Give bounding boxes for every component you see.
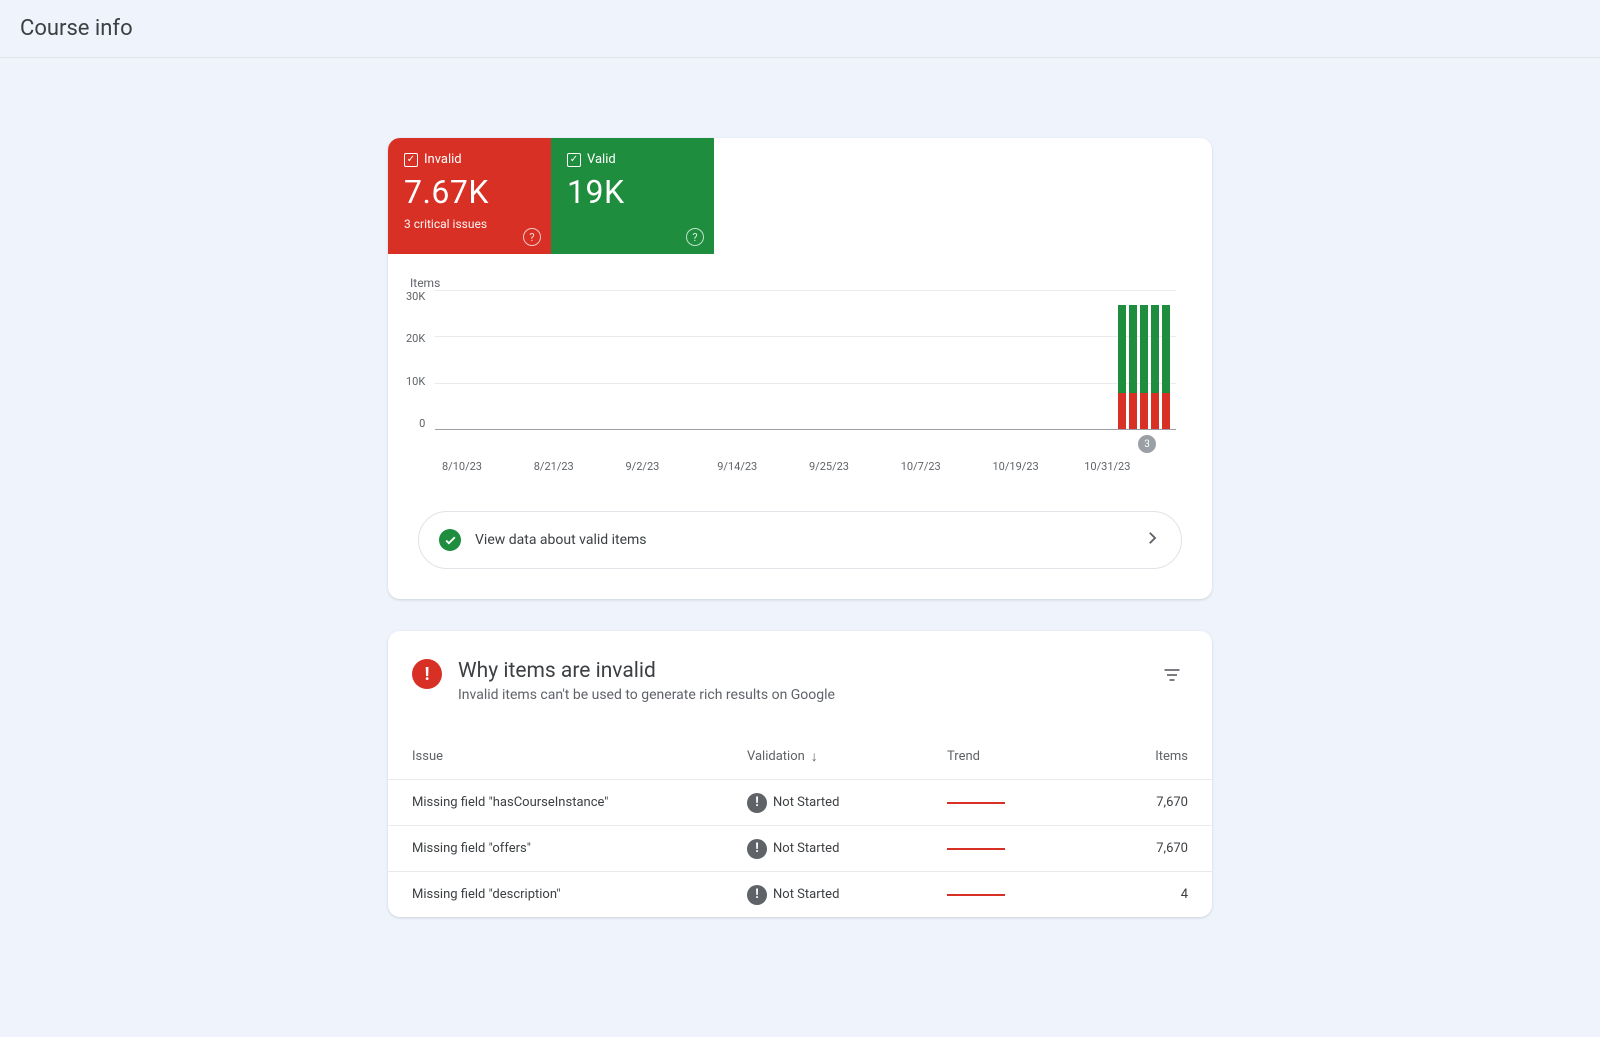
chart-x-axis: 8/10/23 8/21/23 9/2/23 9/14/23 9/25/23 1… xyxy=(442,430,1176,473)
stat-tabs: ✓ Invalid 7.67K 3 critical issues ? ✓ Va… xyxy=(388,138,1212,254)
issues-subtitle: Invalid items can't be used to generate … xyxy=(458,687,1140,703)
trend-spark-icon xyxy=(947,848,1005,850)
issue-name: Missing field "hasCourseInstance" xyxy=(412,795,747,810)
checkbox-icon: ✓ xyxy=(404,153,418,167)
issue-trend xyxy=(947,894,1097,896)
chart-plot-area[interactable]: 3 xyxy=(435,290,1176,430)
page-header: Course info xyxy=(0,0,1600,58)
chart-bar[interactable] xyxy=(1118,305,1126,429)
warning-icon: ! xyxy=(747,885,767,905)
issue-trend xyxy=(947,802,1097,804)
trend-spark-icon xyxy=(947,802,1005,804)
overview-card: ✓ Invalid 7.67K 3 critical issues ? ✓ Va… xyxy=(388,138,1212,599)
issues-table-header: Issue Validation ↓ Trend Items xyxy=(388,733,1212,779)
issue-trend xyxy=(947,848,1097,850)
invalid-count: 7.67K xyxy=(404,173,535,211)
view-valid-label: View data about valid items xyxy=(475,532,1129,548)
issue-name: Missing field "offers" xyxy=(412,841,747,856)
invalid-subtext: 3 critical issues xyxy=(404,217,535,231)
help-icon[interactable]: ? xyxy=(686,228,704,246)
view-valid-items-link[interactable]: View data about valid items xyxy=(418,511,1182,569)
trend-spark-icon xyxy=(947,894,1005,896)
items-chart: Items 30K 20K 10K 0 3 8/10/23 8/2 xyxy=(388,254,1212,479)
tab-invalid-label: Invalid xyxy=(424,152,462,167)
tab-invalid[interactable]: ✓ Invalid 7.67K 3 critical issues ? xyxy=(388,138,551,254)
chart-y-label: Items xyxy=(410,276,1176,290)
chart-bar[interactable] xyxy=(1162,305,1170,429)
col-trend-header[interactable]: Trend xyxy=(947,749,1097,764)
issue-items: 4 xyxy=(1097,887,1188,902)
col-items-header[interactable]: Items xyxy=(1097,749,1188,764)
chart-bar[interactable] xyxy=(1129,305,1137,429)
issue-row[interactable]: Missing field "description"!Not Started 4 xyxy=(388,871,1212,917)
issue-items: 7,670 xyxy=(1097,795,1188,810)
chart-bar[interactable] xyxy=(1140,305,1148,429)
chevron-right-icon xyxy=(1143,529,1161,551)
col-validation-header[interactable]: Validation ↓ xyxy=(747,748,947,765)
page-title: Course info xyxy=(20,16,1580,41)
issues-card: ! Why items are invalid Invalid items ca… xyxy=(388,631,1212,917)
warning-icon: ! xyxy=(747,793,767,813)
valid-count: 19K xyxy=(567,173,698,211)
issue-items: 7,670 xyxy=(1097,841,1188,856)
issue-name: Missing field "description" xyxy=(412,887,747,902)
issue-row[interactable]: Missing field "hasCourseInstance"!Not St… xyxy=(388,779,1212,825)
checkbox-icon: ✓ xyxy=(567,153,581,167)
issue-validation: !Not Started xyxy=(747,885,947,905)
issue-validation: !Not Started xyxy=(747,839,947,859)
issue-validation: !Not Started xyxy=(747,793,947,813)
main-content: ✓ Invalid 7.67K 3 critical issues ? ✓ Va… xyxy=(0,58,1600,977)
chart-y-axis: 30K 20K 10K 0 xyxy=(406,290,435,430)
error-icon: ! xyxy=(412,659,442,689)
event-badge[interactable]: 3 xyxy=(1138,435,1156,453)
help-icon[interactable]: ? xyxy=(523,228,541,246)
chart-bar[interactable] xyxy=(1151,305,1159,429)
issues-title: Why items are invalid xyxy=(458,659,1140,683)
sort-desc-icon: ↓ xyxy=(811,748,818,765)
tab-valid[interactable]: ✓ Valid 19K ? xyxy=(551,138,714,254)
issue-row[interactable]: Missing field "offers"!Not Started 7,670 xyxy=(388,825,1212,871)
filter-icon[interactable] xyxy=(1156,659,1188,695)
check-circle-icon xyxy=(439,529,461,551)
tab-valid-label: Valid xyxy=(587,152,616,167)
warning-icon: ! xyxy=(747,839,767,859)
col-issue-header[interactable]: Issue xyxy=(412,749,747,764)
